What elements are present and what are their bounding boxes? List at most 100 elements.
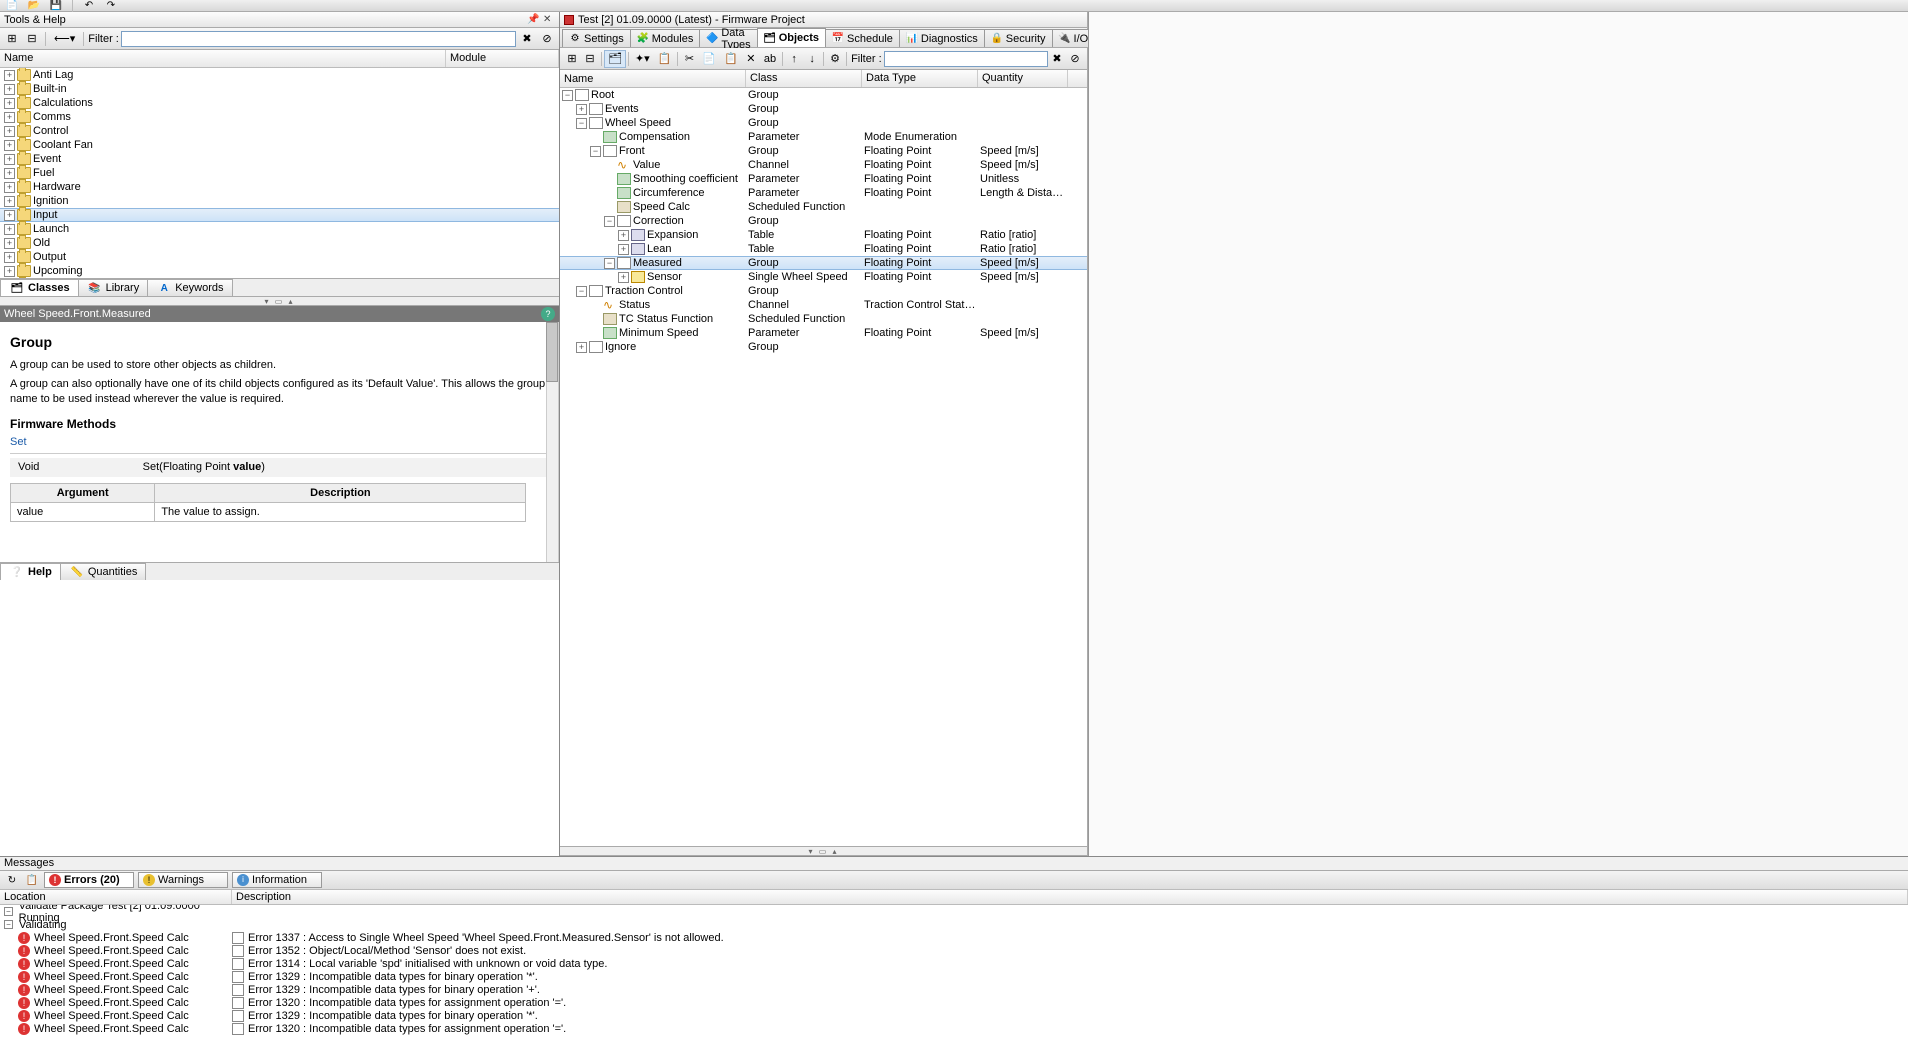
object-row[interactable]: Minimum SpeedParameterFloating PointSpee… xyxy=(560,326,1087,340)
add-button[interactable]: ✦▾ xyxy=(631,50,654,68)
nav-back-button[interactable]: ⟵▾ xyxy=(50,30,79,48)
tab-schedule[interactable]: 📅Schedule xyxy=(825,29,900,47)
message-group-row[interactable]: −Validate Package Test [2] 01.09.0000 Ru… xyxy=(0,905,1908,918)
expand-icon[interactable]: + xyxy=(4,126,15,137)
col-module[interactable]: Module xyxy=(446,50,559,67)
splitter[interactable]: ▾ ▭ ▴ xyxy=(560,846,1087,856)
tree-item[interactable]: +Comms xyxy=(0,110,559,124)
tab-quantities[interactable]: 📏Quantities xyxy=(60,563,147,580)
tree-collapse-button[interactable]: ⊟ xyxy=(23,30,41,48)
expand-icon[interactable]: − xyxy=(604,258,615,269)
delete-icon[interactable]: ✕ xyxy=(742,50,760,68)
tree-expand-button[interactable]: ⊞ xyxy=(563,50,581,68)
object-row[interactable]: +IgnoreGroup xyxy=(560,340,1087,354)
tree-item[interactable]: +Fuel xyxy=(0,166,559,180)
object-row[interactable]: −Wheel SpeedGroup xyxy=(560,116,1087,130)
tree-item[interactable]: +Built-in xyxy=(0,82,559,96)
expand-icon[interactable]: − xyxy=(4,907,13,916)
tree-item[interactable]: +Ignition xyxy=(0,194,559,208)
col-description[interactable]: Description xyxy=(232,890,1908,904)
expand-icon[interactable]: + xyxy=(4,168,15,179)
message-row[interactable]: !Wheel Speed.Front.Speed CalcError 1337 … xyxy=(0,931,1908,944)
paste-button[interactable]: 📋 xyxy=(654,50,676,68)
object-row[interactable]: +LeanTableFloating PointRatio [ratio] xyxy=(560,242,1087,256)
paste-icon[interactable]: 📋 xyxy=(720,50,742,68)
splitter[interactable]: ▾ ▭ ▴ xyxy=(0,296,559,306)
scrollbar[interactable] xyxy=(546,322,558,562)
filter-clear-icon[interactable]: ✖ xyxy=(1048,50,1066,68)
copy-icon[interactable]: 📄 xyxy=(698,50,720,68)
expand-icon[interactable]: + xyxy=(4,84,15,95)
object-row[interactable]: CircumferenceParameterFloating PointLeng… xyxy=(560,186,1087,200)
col-class[interactable]: Class xyxy=(746,70,862,87)
copy-icon[interactable]: 📋 xyxy=(24,872,40,888)
tree-expand-button[interactable]: ⊞ xyxy=(3,30,21,48)
object-row[interactable]: CompensationParameterMode Enumeration xyxy=(560,130,1087,144)
objects-filter-input[interactable] xyxy=(884,51,1048,67)
message-row[interactable]: !Wheel Speed.Front.Speed CalcError 1329 … xyxy=(0,970,1908,983)
tab-help[interactable]: ❔Help xyxy=(0,563,61,580)
view-mode-button[interactable]: 🗂 xyxy=(604,50,626,68)
message-row[interactable]: !Wheel Speed.Front.Speed CalcError 1352 … xyxy=(0,944,1908,957)
expand-icon[interactable]: + xyxy=(618,244,629,255)
message-group-row[interactable]: −Validating xyxy=(0,918,1908,931)
pin-icon[interactable]: 📌 xyxy=(527,14,539,26)
message-row[interactable]: !Wheel Speed.Front.Speed CalcError 1314 … xyxy=(0,957,1908,970)
tree-item[interactable]: +Control xyxy=(0,124,559,138)
col-datatype[interactable]: Data Type xyxy=(862,70,978,87)
expand-icon[interactable]: + xyxy=(4,154,15,165)
tab-library[interactable]: 📚Library xyxy=(78,279,149,296)
tab-information[interactable]: iInformation xyxy=(232,872,322,888)
expand-icon[interactable]: + xyxy=(4,224,15,235)
expand-icon[interactable]: + xyxy=(576,342,587,353)
col-name[interactable]: Name xyxy=(560,70,746,87)
tab-diagnostics[interactable]: 📊Diagnostics xyxy=(899,29,985,47)
tab-data-types[interactable]: 🔷Data Types xyxy=(699,29,757,47)
move-down-icon[interactable]: ↓ xyxy=(803,50,821,68)
expand-icon[interactable]: + xyxy=(4,238,15,249)
tab-security[interactable]: 🔒Security xyxy=(984,29,1053,47)
set-link[interactable]: Set xyxy=(10,436,27,448)
expand-icon[interactable]: − xyxy=(590,146,601,157)
expand-icon[interactable]: + xyxy=(618,272,629,283)
expand-icon[interactable]: + xyxy=(4,140,15,151)
tree-collapse-button[interactable]: ⊟ xyxy=(581,50,599,68)
object-row[interactable]: −MeasuredGroupFloating PointSpeed [m/s] xyxy=(560,256,1087,270)
expand-icon[interactable]: + xyxy=(4,266,15,277)
expand-icon[interactable]: + xyxy=(4,98,15,109)
tree-item[interactable]: +Hardware xyxy=(0,180,559,194)
tab-objects[interactable]: 🗂Objects xyxy=(757,28,826,47)
object-row[interactable]: −RootGroup xyxy=(560,88,1087,102)
move-up-icon[interactable]: ↑ xyxy=(785,50,803,68)
expand-icon[interactable]: − xyxy=(4,920,13,929)
expand-icon[interactable]: + xyxy=(576,104,587,115)
col-location[interactable]: Location xyxy=(0,890,232,904)
tree-item[interactable]: +Old xyxy=(0,236,559,250)
object-row[interactable]: StatusChannelTraction Control Status Enu… xyxy=(560,298,1087,312)
tab-settings[interactable]: ⚙Settings xyxy=(562,29,631,47)
refresh-icon[interactable]: ↻ xyxy=(4,872,20,888)
tab-errors[interactable]: !Errors (20) xyxy=(44,872,134,888)
messages-body[interactable]: −Validate Package Test [2] 01.09.0000 Ru… xyxy=(0,905,1908,1054)
tree-item[interactable]: +Event xyxy=(0,152,559,166)
object-row[interactable]: +SensorSingle Wheel SpeedFloating PointS… xyxy=(560,270,1087,284)
tree-item[interactable]: +Anti Lag xyxy=(0,68,559,82)
filter-clear-icon[interactable]: ✖ xyxy=(518,30,536,48)
message-row[interactable]: !Wheel Speed.Front.Speed CalcError 1320 … xyxy=(0,1022,1908,1035)
object-row[interactable]: −CorrectionGroup xyxy=(560,214,1087,228)
expand-icon[interactable]: + xyxy=(4,70,15,81)
object-row[interactable]: −FrontGroupFloating PointSpeed [m/s] xyxy=(560,144,1087,158)
filter-delete-icon[interactable]: ⊘ xyxy=(538,30,556,48)
expand-icon[interactable]: − xyxy=(576,286,587,297)
expand-icon[interactable]: − xyxy=(604,216,615,227)
tree-item[interactable]: +Calculations xyxy=(0,96,559,110)
message-row[interactable]: !Wheel Speed.Front.Speed CalcError 1320 … xyxy=(0,996,1908,1009)
expand-icon[interactable]: + xyxy=(618,230,629,241)
tree-item[interactable]: +Input xyxy=(0,208,559,222)
cut-icon[interactable]: ✂ xyxy=(680,50,698,68)
message-row[interactable]: !Wheel Speed.Front.Speed CalcError 1329 … xyxy=(0,983,1908,996)
props-icon[interactable]: ⚙ xyxy=(826,50,844,68)
tab-classes[interactable]: 🗂Classes xyxy=(0,279,79,296)
expand-icon[interactable]: + xyxy=(4,112,15,123)
tab-warnings[interactable]: !Warnings xyxy=(138,872,228,888)
